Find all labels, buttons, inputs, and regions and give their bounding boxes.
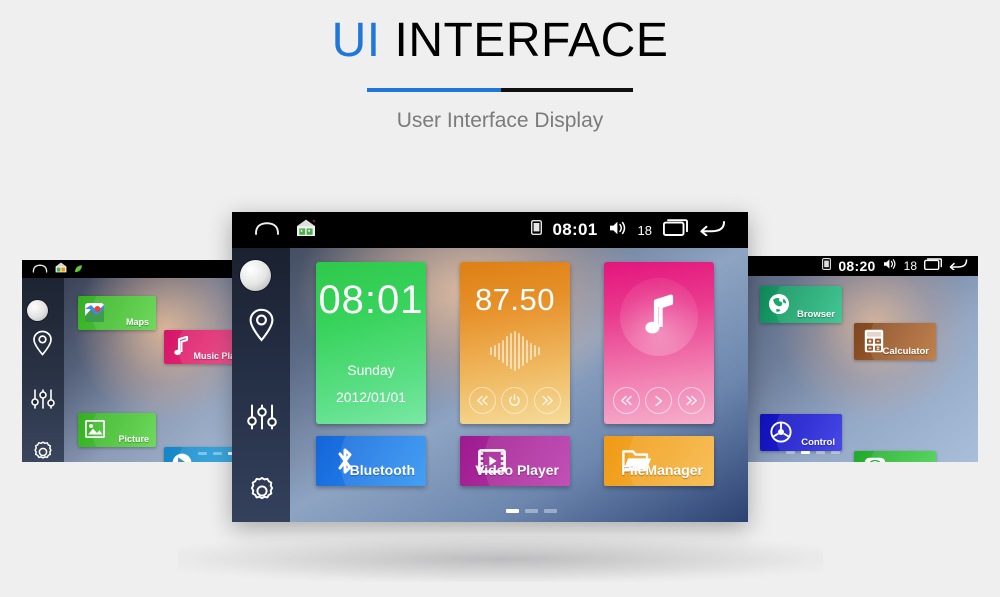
list-item-label: Maps [125, 317, 149, 327]
clock-date: 2012/01/01 [335, 389, 407, 405]
power-icon[interactable] [501, 387, 529, 414]
page-header: UI INTERFACE User Interface Display [0, 0, 1000, 133]
list-item-label: Calculator [882, 346, 929, 357]
list-item-label: Music Pla [193, 351, 235, 361]
rotary-knob[interactable] [27, 300, 48, 321]
maps-icon [85, 303, 104, 322]
gear-icon[interactable] [247, 476, 277, 511]
recents-icon[interactable] [662, 219, 688, 241]
clock-day: Sunday [347, 362, 395, 378]
device-left: Maps Music Pla Picture Play S [22, 260, 254, 462]
calculator-icon [864, 329, 884, 353]
clock-time: 08:01 [318, 278, 424, 322]
prev-icon[interactable] [612, 387, 640, 414]
battery-icon [530, 219, 542, 240]
battery-icon [822, 257, 832, 275]
clock-widget[interactable]: 08:01 Sunday 2012/01/01 [316, 262, 426, 424]
status-time: 08:01 [552, 220, 598, 239]
status-time: 08:20 [838, 258, 876, 274]
music-note-icon [643, 294, 675, 341]
page-dot-active[interactable] [506, 509, 519, 513]
list-item-label: Picture [118, 434, 149, 444]
page-title: UI INTERFACE [0, 14, 1000, 67]
prev-icon[interactable] [468, 387, 496, 414]
music-note-badge [620, 278, 698, 356]
next-icon[interactable] [534, 387, 562, 414]
music-note-icon [173, 336, 189, 356]
device-right: 08:20 18 Browser Calculator Control [748, 256, 978, 462]
list-item[interactable]: Navitel [854, 451, 936, 462]
page-dot[interactable] [831, 451, 840, 454]
devices-ground-shadow [178, 536, 823, 582]
list-item-label: Browser [796, 309, 835, 320]
tile-video-player[interactable]: Video Player [460, 436, 570, 486]
tile-label: Bluetooth [349, 462, 415, 478]
divider-accent-segment [367, 88, 501, 93]
page-dot[interactable] [198, 452, 207, 455]
android-leaf-icon [74, 260, 83, 278]
page-title-rest: INTERFACE [394, 14, 669, 67]
rotary-knob[interactable] [240, 260, 271, 291]
location-pin-icon[interactable] [31, 330, 54, 361]
house-color-icon[interactable] [296, 219, 316, 242]
list-item[interactable]: Music Pla [164, 330, 242, 364]
steering-wheel-icon [770, 421, 792, 443]
tile-bluetooth[interactable]: Bluetooth [316, 436, 426, 486]
radio-controls[interactable] [460, 387, 570, 414]
title-divider [367, 88, 633, 93]
divider-dark-segment [501, 88, 633, 93]
home-outline-icon[interactable] [254, 220, 280, 241]
tile-file-manager[interactable]: FileManager [604, 436, 714, 486]
navitel-icon [864, 457, 886, 462]
left-status-bar [22, 260, 254, 278]
page-dot[interactable] [525, 509, 538, 513]
center-status-bar: 08:01 18 [232, 212, 748, 248]
page-dot[interactable] [213, 452, 222, 455]
page-root: UI INTERFACE User Interface Display Maps… [0, 0, 1000, 597]
radio-waveform [460, 330, 570, 372]
list-item[interactable]: Picture [78, 413, 156, 447]
list-item-label: Control [801, 437, 835, 448]
center-page-indicator[interactable] [506, 509, 557, 513]
radio-frequency: 87.50 [474, 282, 556, 317]
home-outline-icon[interactable] [32, 260, 48, 278]
location-pin-icon[interactable] [247, 308, 276, 347]
gear-icon[interactable] [31, 440, 55, 462]
page-dot-active[interactable] [801, 451, 810, 454]
next-icon[interactable] [678, 387, 706, 414]
back-arrow-icon[interactable] [699, 219, 726, 241]
equalizer-sliders-icon[interactable] [247, 403, 277, 436]
volume-icon[interactable] [609, 220, 627, 241]
list-item[interactable]: Maps [78, 296, 156, 330]
list-item[interactable]: Control [760, 414, 842, 451]
picture-icon [85, 420, 105, 438]
page-subtitle: User Interface Display [396, 109, 604, 133]
left-side-rail [22, 278, 64, 462]
play-icon[interactable] [645, 387, 673, 414]
page-dot[interactable] [786, 451, 795, 454]
right-status-bar: 08:20 18 [748, 256, 978, 276]
page-title-accent: UI [331, 14, 381, 67]
radio-widget[interactable]: 87.50 [460, 262, 570, 424]
tile-label: FileManager [621, 462, 703, 478]
center-side-rail [232, 248, 290, 522]
volume-level: 18 [903, 259, 917, 273]
music-widget[interactable] [604, 262, 714, 424]
volume-level: 18 [637, 222, 652, 238]
recents-icon[interactable] [923, 257, 942, 275]
page-dot[interactable] [544, 509, 557, 513]
house-color-icon[interactable] [55, 260, 67, 278]
music-controls[interactable] [604, 387, 714, 414]
right-page-indicator[interactable] [786, 451, 840, 454]
device-center: 08:01 18 08:01 Sunday 2012/01/01 87.50 B… [232, 212, 748, 522]
list-item[interactable]: Calculator [854, 323, 936, 360]
equalizer-sliders-icon[interactable] [31, 388, 55, 415]
play-store-icon [172, 453, 192, 462]
back-arrow-icon[interactable] [949, 257, 968, 275]
list-item[interactable]: Browser [760, 286, 842, 323]
page-dot[interactable] [816, 451, 825, 454]
globe-icon [768, 293, 790, 315]
tile-label: Video Player [475, 462, 559, 478]
volume-icon[interactable] [883, 257, 897, 275]
